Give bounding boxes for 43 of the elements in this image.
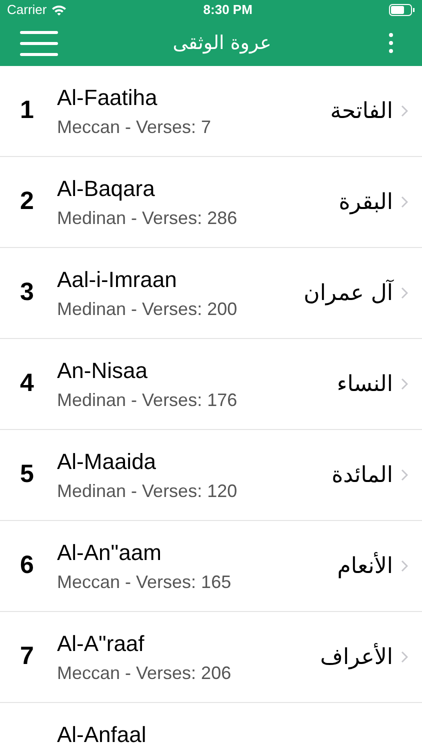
surah-number: 2	[20, 186, 35, 218]
battery-icon	[389, 4, 415, 16]
status-time: 8:30 PM	[203, 1, 252, 20]
surah-details: Meccan - Verses: 7	[57, 116, 212, 138]
arabic-name: البقرة	[338, 188, 393, 216]
surah-details: Medinan - Verses: 176	[57, 388, 238, 411]
arabic-name: الأنعام	[337, 551, 393, 580]
surah-name: An-Nisaa	[57, 357, 148, 384]
surah-number: 4	[20, 368, 35, 400]
surah-name: Al-Baqara	[57, 175, 156, 202]
surah-number: 1	[20, 95, 35, 126]
chevron-icon	[401, 560, 408, 572]
surah-details: Meccan - Verses: 165	[57, 570, 232, 593]
carrier-label: Carrier	[7, 1, 47, 20]
surah-number: 6	[20, 550, 35, 582]
surah-details: Meccan - Verses: 206	[57, 662, 232, 684]
chevron-icon	[401, 378, 408, 390]
chevron-icon	[401, 651, 408, 663]
arabic-name: الفاتحة	[330, 98, 393, 126]
surah-number: 7	[20, 641, 35, 672]
menu-button[interactable]	[20, 30, 58, 56]
arabic-name: الأعراف	[320, 642, 393, 672]
surah-name: Aal-i-Imraan	[57, 266, 178, 294]
chevron-icon	[401, 105, 408, 117]
surah-details: Medinan - Verses: 200	[57, 298, 238, 320]
surah-name: Al-Anfaal	[57, 721, 148, 749]
arabic-name: النساء	[336, 370, 393, 398]
chevron-icon	[401, 469, 408, 481]
chevron-icon	[401, 287, 408, 299]
arabic-name: المائدة	[332, 462, 393, 490]
arabic-name: آل عمران	[304, 278, 393, 308]
wifi-icon	[50, 4, 67, 16]
surah-name: Al-Faatiha	[57, 84, 158, 112]
surah-number: 3	[20, 277, 35, 308]
surah-row[interactable]: Al-Anfaal	[0, 703, 422, 750]
surah-details: Medinan - Verses: 120	[57, 480, 238, 502]
app-title: عروة الوثقى	[172, 30, 272, 56]
surah-name: Al-An"aam	[57, 539, 162, 566]
surah-name: Al-A"raaf	[57, 630, 146, 658]
surah-details: Medinan - Verses: 286	[57, 206, 238, 229]
surah-number: 5	[20, 459, 35, 490]
chevron-icon	[401, 196, 408, 208]
surah-name: Al-Maaida	[57, 448, 158, 476]
